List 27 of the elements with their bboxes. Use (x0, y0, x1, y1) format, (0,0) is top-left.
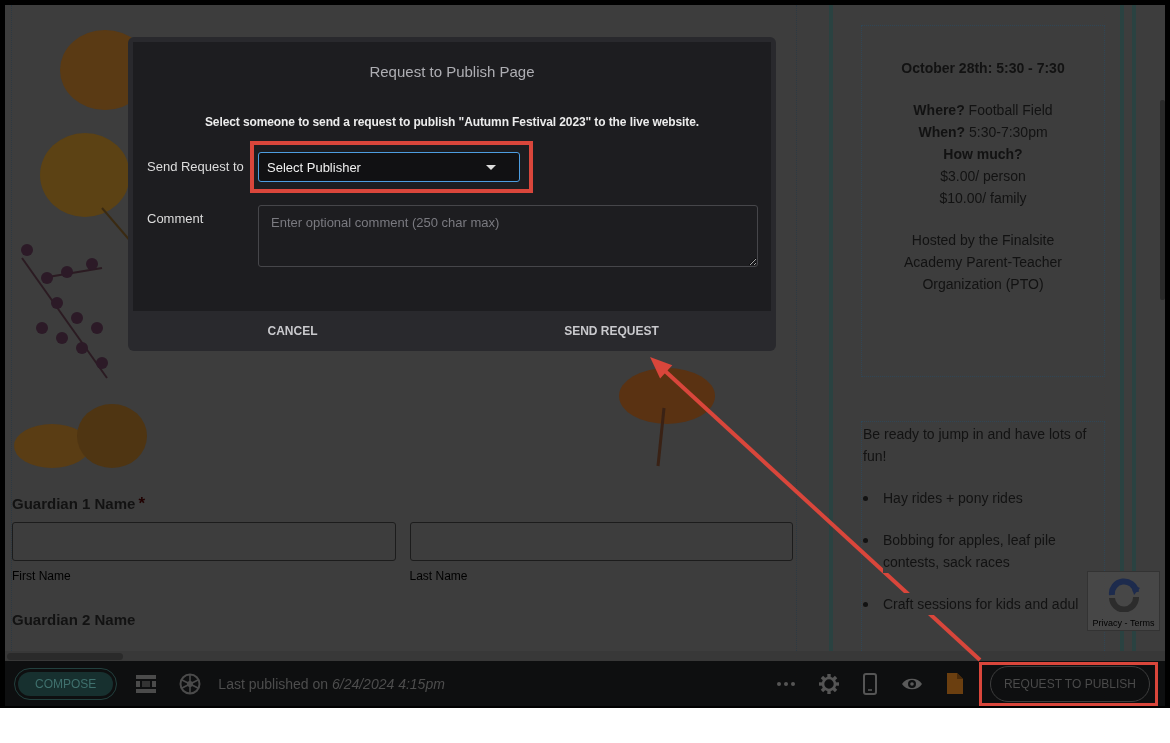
last-published-text: Last published on 6/24/2024 4:15pm (218, 675, 445, 692)
caret-down-icon (486, 164, 496, 170)
bullet-icon (863, 538, 868, 543)
scrollbar-thumb[interactable] (7, 652, 123, 660)
layout-icon[interactable] (136, 674, 157, 693)
text-input[interactable] (12, 522, 396, 561)
phone-icon[interactable] (862, 672, 877, 695)
input-sublabel: Last Name (409, 568, 468, 584)
send-request-button[interactable]: SEND REQUEST (554, 318, 669, 344)
recaptcha-icon (1106, 578, 1141, 612)
scrollbar-thumb[interactable] (1160, 100, 1165, 300)
bullet-icon (863, 496, 868, 501)
more-icon[interactable] (776, 681, 795, 686)
publisher-select[interactable]: Select Publisher (258, 152, 520, 182)
field-label: Send Request to (147, 158, 245, 176)
dialog-message: Select someone to send a request to publish "Autumn Festival 2023" to the live website. (203, 114, 701, 131)
text-input[interactable] (409, 522, 793, 561)
input-sublabel: First Name (12, 568, 71, 584)
bullet-icon (863, 602, 868, 607)
dialog-title: Request to Publish Page (368, 62, 536, 82)
field-label: Comment (147, 210, 205, 228)
required-asterisk: * (138, 494, 145, 514)
comment-field[interactable]: Enter optional comment (250 char max) (258, 205, 758, 267)
cancel-button[interactable]: CANCEL (257, 318, 328, 344)
settings-icon[interactable] (818, 673, 839, 694)
document-icon[interactable] (946, 673, 963, 694)
wheel-icon[interactable] (179, 672, 202, 695)
